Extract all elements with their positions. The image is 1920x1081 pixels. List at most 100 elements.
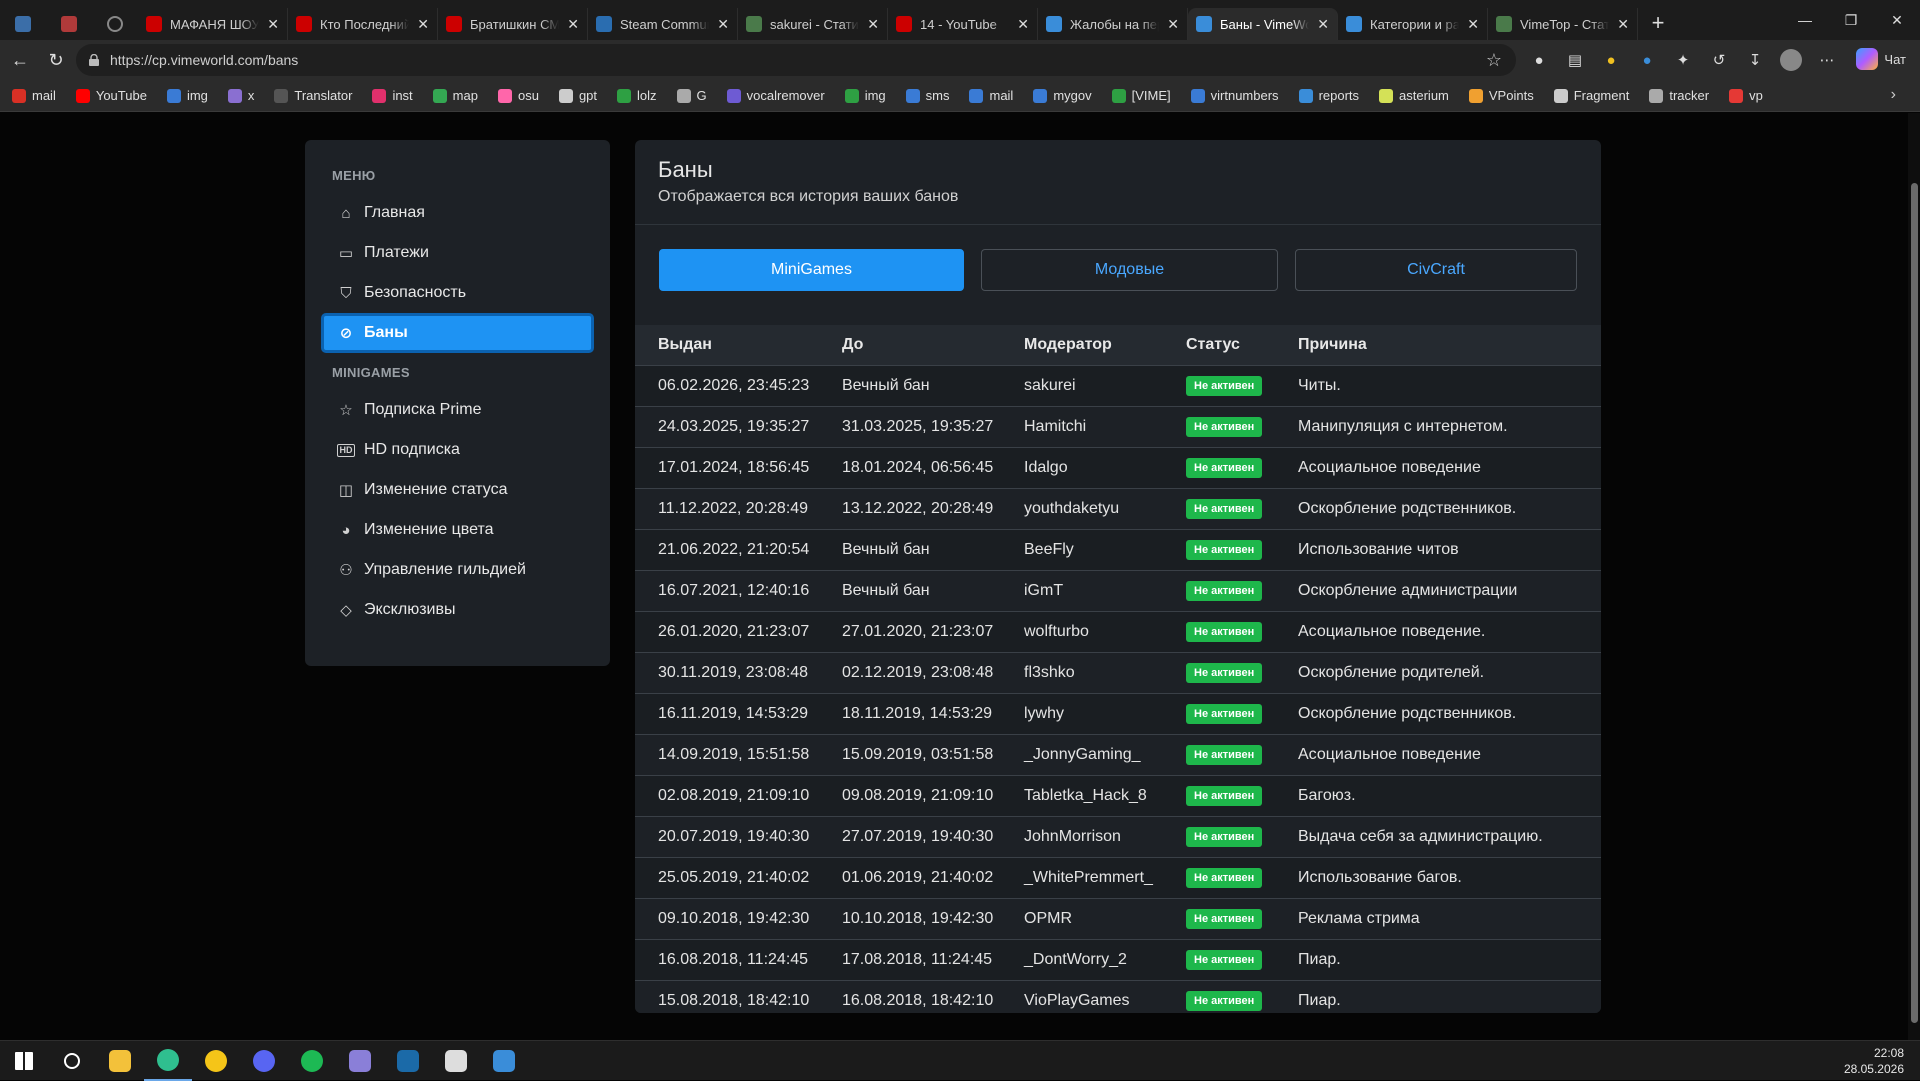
bookmark-item[interactable]: vocalremover: [726, 88, 825, 103]
scrollbar[interactable]: [1908, 113, 1920, 1048]
tab-close-icon[interactable]: ✕: [417, 16, 429, 33]
tab-close-icon[interactable]: ✕: [717, 16, 729, 33]
bookmark-item[interactable]: map: [432, 88, 478, 103]
site-info-icon[interactable]: [88, 54, 100, 66]
bookmark-item[interactable]: mygov: [1033, 88, 1092, 103]
url-field[interactable]: https://cp.vimeworld.com/bans ☆: [76, 44, 1516, 76]
tab-close-icon[interactable]: ✕: [1167, 16, 1179, 33]
bookmark-item[interactable]: sms: [905, 88, 949, 103]
browser-tab[interactable]: 14 - YouTube ✕: [888, 8, 1038, 40]
tab-modded[interactable]: Модовые: [981, 249, 1278, 291]
bookmark-item[interactable]: inst: [372, 88, 413, 103]
extensions-puzzle-icon[interactable]: ✦: [1668, 45, 1698, 75]
taskbar-vimeworld-button[interactable]: [480, 1041, 528, 1081]
bookmark-item[interactable]: virtnumbers: [1190, 88, 1279, 103]
tab-close-icon[interactable]: ✕: [1467, 16, 1479, 33]
more-menu-icon[interactable]: ⋯: [1812, 45, 1842, 75]
sidebar-item-diamond[interactable]: ◇ Эксклюзивы: [321, 590, 594, 630]
extension-icon[interactable]: ●: [1632, 45, 1662, 75]
tab-minigames[interactable]: MiniGames: [659, 249, 964, 291]
tab-civcraft[interactable]: CivCraft: [1295, 249, 1577, 291]
extension-icon[interactable]: ●: [1596, 45, 1626, 75]
sidebar-item-credit-card[interactable]: ▭ Платежи: [321, 233, 594, 273]
bookmark-item[interactable]: mail: [969, 88, 1013, 103]
maximize-icon[interactable]: ❐: [1828, 0, 1874, 40]
sidebar-item-status[interactable]: ◫ Изменение статуса: [321, 470, 594, 510]
back-icon[interactable]: ←: [2, 44, 38, 76]
sidebar-item-star[interactable]: ☆ Подписка Prime: [321, 390, 594, 430]
tab-close-icon[interactable]: ✕: [1617, 16, 1629, 33]
reload-icon[interactable]: ↻: [38, 44, 74, 76]
close-window-icon[interactable]: ✕: [1874, 0, 1920, 40]
taskbar-discord-button[interactable]: [240, 1041, 288, 1081]
bookmark-item[interactable]: asterium: [1379, 88, 1449, 103]
sidebar-item-home[interactable]: ⌂ Главная: [321, 193, 594, 233]
status-cell: Не активен: [1163, 446, 1275, 488]
new-tab-icon[interactable]: +: [1638, 10, 1678, 36]
taskbar-messenger-button[interactable]: [192, 1041, 240, 1081]
browser-tab[interactable]: VimeTop - Статис ✕: [1488, 8, 1638, 40]
table-row: 16.11.2019, 14:53:29 18.11.2019, 14:53:29…: [635, 692, 1601, 734]
browser-tab[interactable]: МАФАНЯ ШОУ Н ✕: [138, 8, 288, 40]
table-row: 15.08.2018, 18:42:10 16.08.2018, 18:42:10…: [635, 979, 1601, 1013]
bookmark-item[interactable]: [VIME]: [1111, 88, 1171, 103]
history-icon[interactable]: ↺: [1704, 45, 1734, 75]
extension-icon[interactable]: ▤: [1560, 45, 1590, 75]
browser-tab[interactable]: [0, 8, 46, 40]
taskbar-search-button[interactable]: [48, 1041, 96, 1081]
system-clock[interactable]: 22:08 28.05.2026: [1844, 1045, 1904, 1077]
bookmark-item[interactable]: tracker: [1649, 88, 1709, 103]
browser-tab[interactable]: [46, 8, 92, 40]
downloads-icon[interactable]: ↧: [1740, 45, 1770, 75]
bookmark-item[interactable]: G: [676, 88, 707, 103]
bookmark-item[interactable]: reports: [1298, 88, 1359, 103]
bookmark-item[interactable]: Translator: [274, 88, 352, 103]
bookmark-item[interactable]: osu: [497, 88, 539, 103]
tab-close-icon[interactable]: ✕: [267, 16, 279, 33]
tab-close-icon[interactable]: ✕: [1017, 16, 1029, 33]
taskbar-app-button[interactable]: [336, 1041, 384, 1081]
browser-tab[interactable]: Баны - VimeWorl ✕: [1188, 8, 1338, 40]
extension-icon[interactable]: ●: [1524, 45, 1554, 75]
bookmark-item[interactable]: VPoints: [1468, 88, 1534, 103]
browser-tab[interactable]: [92, 8, 138, 40]
sidebar-item-shield[interactable]: ⛉ Безопасность: [321, 273, 594, 313]
taskbar-mouse-app-button[interactable]: [432, 1041, 480, 1081]
tab-close-icon[interactable]: ✕: [567, 16, 579, 33]
bookmark-item[interactable]: img: [844, 88, 886, 103]
taskbar-edge-button[interactable]: [144, 1041, 192, 1081]
taskbar-windows-start-button[interactable]: [0, 1041, 48, 1081]
browser-tab[interactable]: Steam Communit ✕: [588, 8, 738, 40]
bookmark-item[interactable]: x: [227, 88, 254, 103]
browser-tab[interactable]: Кто Последний В ✕: [288, 8, 438, 40]
tab-favicon-icon: [1346, 16, 1362, 32]
browser-tab[interactable]: Категории и раз ✕: [1338, 8, 1488, 40]
tab-strip: МАФАНЯ ШОУ Н✕Кто Последний В✕Братишкин С…: [0, 0, 1920, 40]
sidebar-item-hd[interactable]: HD HD подписка: [321, 430, 594, 470]
sidebar-item-palette[interactable]: ◕ Изменение цвета: [321, 510, 594, 550]
bookmark-item[interactable]: vp: [1729, 88, 1763, 103]
tab-close-icon[interactable]: ✕: [1317, 16, 1329, 33]
taskbar-spotify-button[interactable]: [288, 1041, 336, 1081]
copilot-button[interactable]: Чат: [1856, 48, 1906, 70]
sidebar-item-ban[interactable]: ⊘ Баны: [321, 313, 594, 353]
bookmark-item[interactable]: Fragment: [1553, 88, 1629, 103]
taskbar-file-explorer-button[interactable]: [96, 1041, 144, 1081]
taskbar-steam-button[interactable]: [384, 1041, 432, 1081]
bookmark-item[interactable]: mail: [12, 88, 56, 103]
minimize-icon[interactable]: —: [1782, 0, 1828, 40]
sidebar-item-users[interactable]: ⚇ Управление гильдией: [321, 550, 594, 590]
bookmark-item[interactable]: gpt: [558, 88, 597, 103]
profile-avatar-icon[interactable]: [1776, 45, 1806, 75]
browser-tab[interactable]: Жалобы на перс ✕: [1038, 8, 1188, 40]
favorite-star-icon[interactable]: ☆: [1486, 50, 1502, 71]
bookmark-item[interactable]: lolz: [617, 88, 657, 103]
browser-tab[interactable]: Братишкин СМОТ ✕: [438, 8, 588, 40]
bookmarks-more-icon[interactable]: ›: [1891, 86, 1896, 104]
bookmark-item[interactable]: YouTube: [75, 88, 147, 103]
scrollbar-thumb[interactable]: [1911, 183, 1918, 1023]
browser-tab[interactable]: sakurei - Статисти ✕: [738, 8, 888, 40]
tab-close-icon[interactable]: ✕: [867, 16, 879, 33]
bookmark-item[interactable]: img: [166, 88, 208, 103]
palette-icon: ◕: [341, 521, 351, 539]
